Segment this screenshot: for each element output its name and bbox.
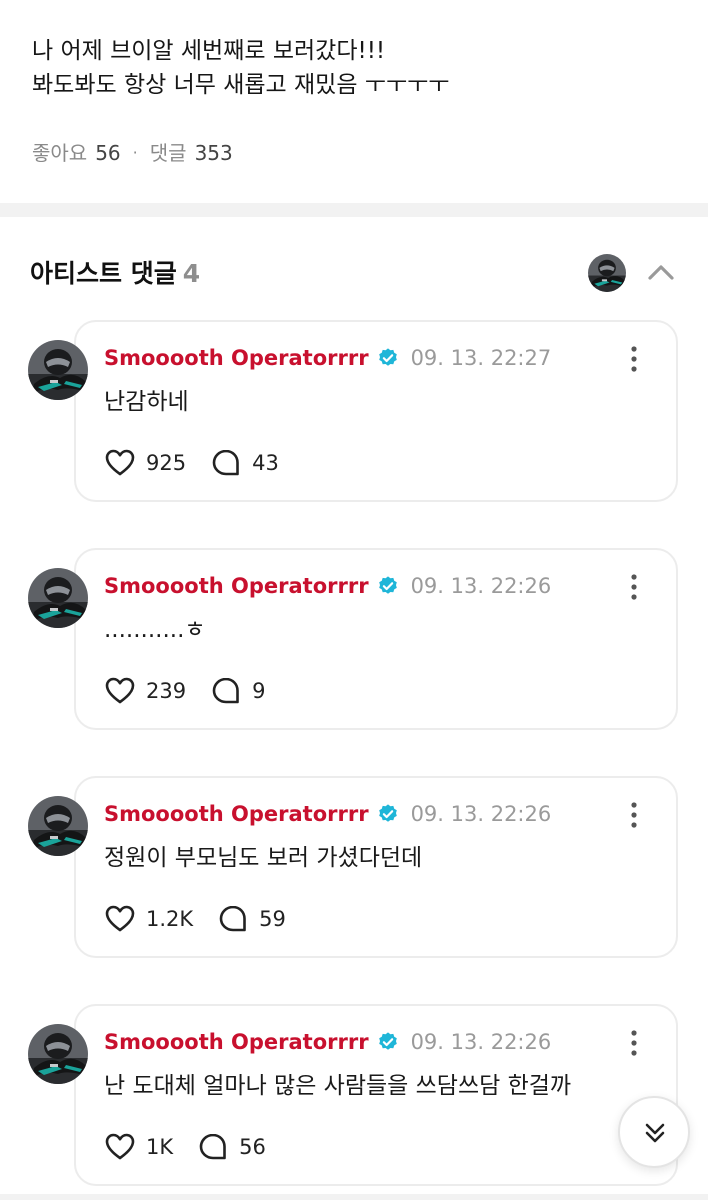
comment-author[interactable]: Smooooth Operatorrrr	[104, 574, 369, 598]
likes-label: 좋아요	[32, 141, 88, 165]
reply-button[interactable]: 9	[210, 675, 265, 707]
comment-bubble[interactable]: Smooooth Operatorrrr 09. 13. 22:26 정원이 부…	[74, 776, 678, 958]
reply-button[interactable]: 56	[197, 1131, 266, 1163]
comment-meta: Smooooth Operatorrrr 09. 13. 22:26	[104, 798, 551, 830]
post-body: 나 어제 브이알 세번째로 보러갔다!!! 봐도봐도 항상 너무 새롭고 재밌음…	[32, 34, 692, 102]
verified-badge-icon	[378, 348, 397, 366]
like-count: 1K	[146, 1135, 174, 1159]
comment-meta: Smooooth Operatorrrr 09. 13. 22:26	[104, 570, 551, 602]
comment-meta: Smooooth Operatorrrr 09. 13. 22:26	[104, 1026, 551, 1058]
comment-bubble[interactable]: Smooooth Operatorrrr 09. 13. 22:27 난감하네 …	[74, 320, 678, 502]
likes-stat[interactable]: 좋아요 56	[32, 138, 121, 168]
more-options-button[interactable]	[624, 344, 644, 374]
comment-actions: 1K 56	[104, 1130, 266, 1164]
comment-text: 난감하네	[104, 389, 189, 415]
comment-author[interactable]: Smooooth Operatorrrr	[104, 802, 369, 826]
post-stats: 좋아요 56 · 댓글 353	[32, 138, 233, 168]
verified-badge-icon	[378, 804, 397, 822]
comment-actions: 1.2K 59	[104, 902, 286, 936]
avatar[interactable]	[28, 1024, 88, 1084]
heart-icon	[105, 449, 135, 476]
post-text-line-2: 봐도봐도 항상 너무 새롭고 재밌음 ㅜㅜㅜㅜ	[32, 72, 450, 98]
more-vertical-icon	[631, 802, 637, 828]
comment-author[interactable]: Smooooth Operatorrrr	[104, 1030, 369, 1054]
more-vertical-icon	[631, 346, 637, 372]
comment-timestamp: 09. 13. 22:26	[410, 574, 552, 598]
collapse-button[interactable]	[644, 256, 678, 290]
like-button[interactable]: 239	[104, 675, 186, 707]
avatar[interactable]	[28, 340, 88, 400]
comment-timestamp: 09. 13. 22:26	[410, 1030, 552, 1054]
like-count: 925	[146, 451, 187, 475]
chevron-up-icon	[648, 265, 674, 280]
more-vertical-icon	[631, 1030, 637, 1056]
artist-comments-header: 아티스트 댓글 4	[30, 252, 680, 292]
comment-author[interactable]: Smooooth Operatorrrr	[104, 346, 369, 370]
artist-comments-count: 4	[182, 259, 201, 288]
comment-meta: Smooooth Operatorrrr 09. 13. 22:27	[104, 342, 551, 374]
section-divider	[0, 203, 708, 217]
reply-count: 56	[239, 1135, 266, 1159]
like-count: 1.2K	[146, 907, 194, 931]
comment-bubble-icon	[212, 449, 239, 476]
verified-badge-icon	[378, 576, 397, 594]
comment-text: ...........ㅎ	[104, 617, 206, 643]
heart-icon	[105, 905, 135, 932]
like-button[interactable]: 1.2K	[104, 903, 193, 935]
artist-comments-title-text: 아티스트 댓글	[30, 259, 177, 288]
more-vertical-icon	[631, 574, 637, 600]
comment-bubble-icon	[219, 905, 246, 932]
comment-actions: 239 9	[104, 674, 265, 708]
bottom-divider	[0, 1194, 708, 1200]
like-button[interactable]: 925	[104, 447, 186, 479]
scroll-down-button[interactable]	[618, 1096, 690, 1168]
separator-dot: ·	[132, 143, 138, 162]
comment-bubble[interactable]: Smooooth Operatorrrr 09. 13. 22:26 .....…	[74, 548, 678, 730]
comment-text: 정원이 부모님도 보러 가셨다던데	[104, 845, 423, 871]
double-chevron-down-icon	[645, 1123, 665, 1143]
reply-button[interactable]: 59	[217, 903, 286, 935]
reply-button[interactable]: 43	[210, 447, 279, 479]
reply-count: 59	[259, 907, 286, 931]
comments-stat[interactable]: 댓글 353	[150, 138, 233, 168]
likes-count: 56	[95, 141, 121, 165]
reply-count: 9	[252, 679, 266, 703]
comments-label: 댓글	[149, 141, 187, 165]
heart-icon	[105, 1133, 135, 1160]
post-text-line-1: 나 어제 브이알 세번째로 보러갔다!!!	[32, 38, 386, 64]
reply-count: 43	[252, 451, 279, 475]
more-options-button[interactable]	[624, 1028, 644, 1058]
comment-timestamp: 09. 13. 22:27	[410, 346, 552, 370]
comment-bubble-icon	[212, 677, 239, 704]
avatar[interactable]	[28, 796, 88, 856]
more-options-button[interactable]	[624, 572, 644, 602]
comment-actions: 925 43	[104, 446, 279, 480]
avatar[interactable]	[28, 568, 88, 628]
like-button[interactable]: 1K	[104, 1131, 173, 1163]
artist-avatar[interactable]	[588, 254, 626, 292]
comment-text: 난 도대체 얼마나 많은 사람들을 쓰담쓰담 한걸까	[104, 1073, 572, 1099]
artist-comments-title: 아티스트 댓글 4	[30, 254, 200, 290]
comment-timestamp: 09. 13. 22:26	[410, 802, 552, 826]
more-options-button[interactable]	[624, 800, 644, 830]
verified-badge-icon	[378, 1032, 397, 1050]
comment-bubble[interactable]: Smooooth Operatorrrr 09. 13. 22:26 난 도대체…	[74, 1004, 678, 1186]
like-count: 239	[146, 679, 187, 703]
comments-count: 353	[194, 141, 233, 165]
comment-bubble-icon	[199, 1133, 226, 1160]
heart-icon	[105, 677, 135, 704]
